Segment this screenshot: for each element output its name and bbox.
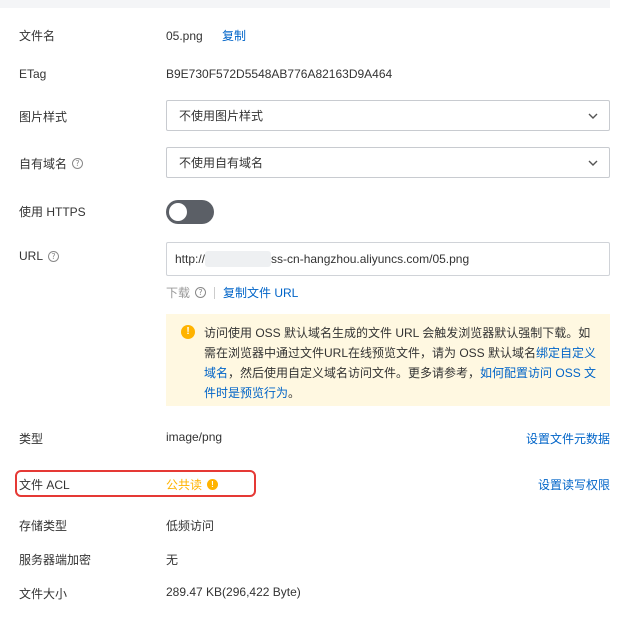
file-size-label: 文件大小 (19, 587, 68, 601)
filename-value: 05.png (166, 29, 203, 43)
url-label: URL ? (19, 249, 60, 263)
filename-label: 文件名 (19, 29, 56, 43)
storage-class-label: 存储类型 (19, 519, 68, 533)
warning-circle-icon[interactable]: ! (207, 479, 219, 490)
type-label: 类型 (19, 432, 44, 446)
acl-value: 公共读 ! (166, 476, 219, 493)
acl-text: 公共读 (166, 478, 203, 492)
notice-text-2: ，然后使用自定义域名访问文件。更多请参考， (228, 366, 481, 380)
redacted-bucket-name (205, 251, 272, 267)
set-acl-link[interactable]: 设置读写权限 (538, 476, 610, 493)
url-field[interactable]: http:// ss-cn-hangzhou.aliyuncs.com/05.p… (166, 242, 610, 276)
image-style-selected: 不使用图片样式 (179, 109, 264, 123)
url-actions: 下载 ? 复制文件 URL (166, 284, 298, 301)
https-toggle[interactable] (166, 200, 214, 224)
chevron-down-icon (588, 160, 598, 166)
https-label: 使用 HTTPS (19, 205, 86, 219)
notice-text-1: 访问使用 OSS 默认域名生成的文件 URL 会触发浏览器默认强制下载。如需在浏… (204, 326, 591, 360)
file-size-value: 289.47 KB(296,422 Byte) (166, 585, 301, 599)
divider (214, 286, 216, 299)
help-circle-icon[interactable]: ? (48, 250, 60, 262)
top-panel-edge (0, 0, 610, 8)
encryption-label: 服务器端加密 (19, 553, 92, 567)
custom-domain-select[interactable]: 不使用自有域名 (166, 147, 610, 178)
encryption-value: 无 (166, 553, 179, 567)
warning-circle-icon: ! (181, 325, 195, 339)
custom-domain-label: 自有域名 ? (19, 155, 84, 172)
custom-domain-selected: 不使用自有域名 (179, 156, 264, 170)
url-prefix: http:// (175, 252, 206, 266)
download-link[interactable]: 下载 (166, 284, 190, 301)
notice-text-3: 。 (288, 386, 301, 400)
set-metadata-link[interactable]: 设置文件元数据 (526, 430, 610, 447)
storage-class-value: 低频访问 (166, 519, 215, 533)
etag-value: B9E730F572D5548AB776A82163D9A464 (166, 67, 393, 81)
image-style-label: 图片样式 (19, 110, 68, 124)
toggle-knob (169, 203, 187, 221)
help-circle-icon[interactable]: ? (195, 287, 207, 298)
type-value: image/png (166, 430, 223, 444)
filename-value-group: 05.png 复制 (166, 27, 246, 44)
image-style-select[interactable]: 不使用图片样式 (166, 100, 610, 131)
help-circle-icon[interactable]: ? (72, 158, 84, 169)
copy-url-link[interactable]: 复制文件 URL (223, 284, 298, 301)
chevron-down-icon (588, 113, 598, 119)
preview-notice: ! 访问使用 OSS 默认域名生成的文件 URL 会触发浏览器默认强制下载。如需… (166, 314, 610, 406)
etag-label: ETag (19, 67, 47, 81)
acl-label: 文件 ACL (19, 478, 70, 492)
url-suffix: ss-cn-hangzhou.aliyuncs.com/05.png (271, 252, 470, 266)
copy-filename-link[interactable]: 复制 (222, 29, 246, 43)
